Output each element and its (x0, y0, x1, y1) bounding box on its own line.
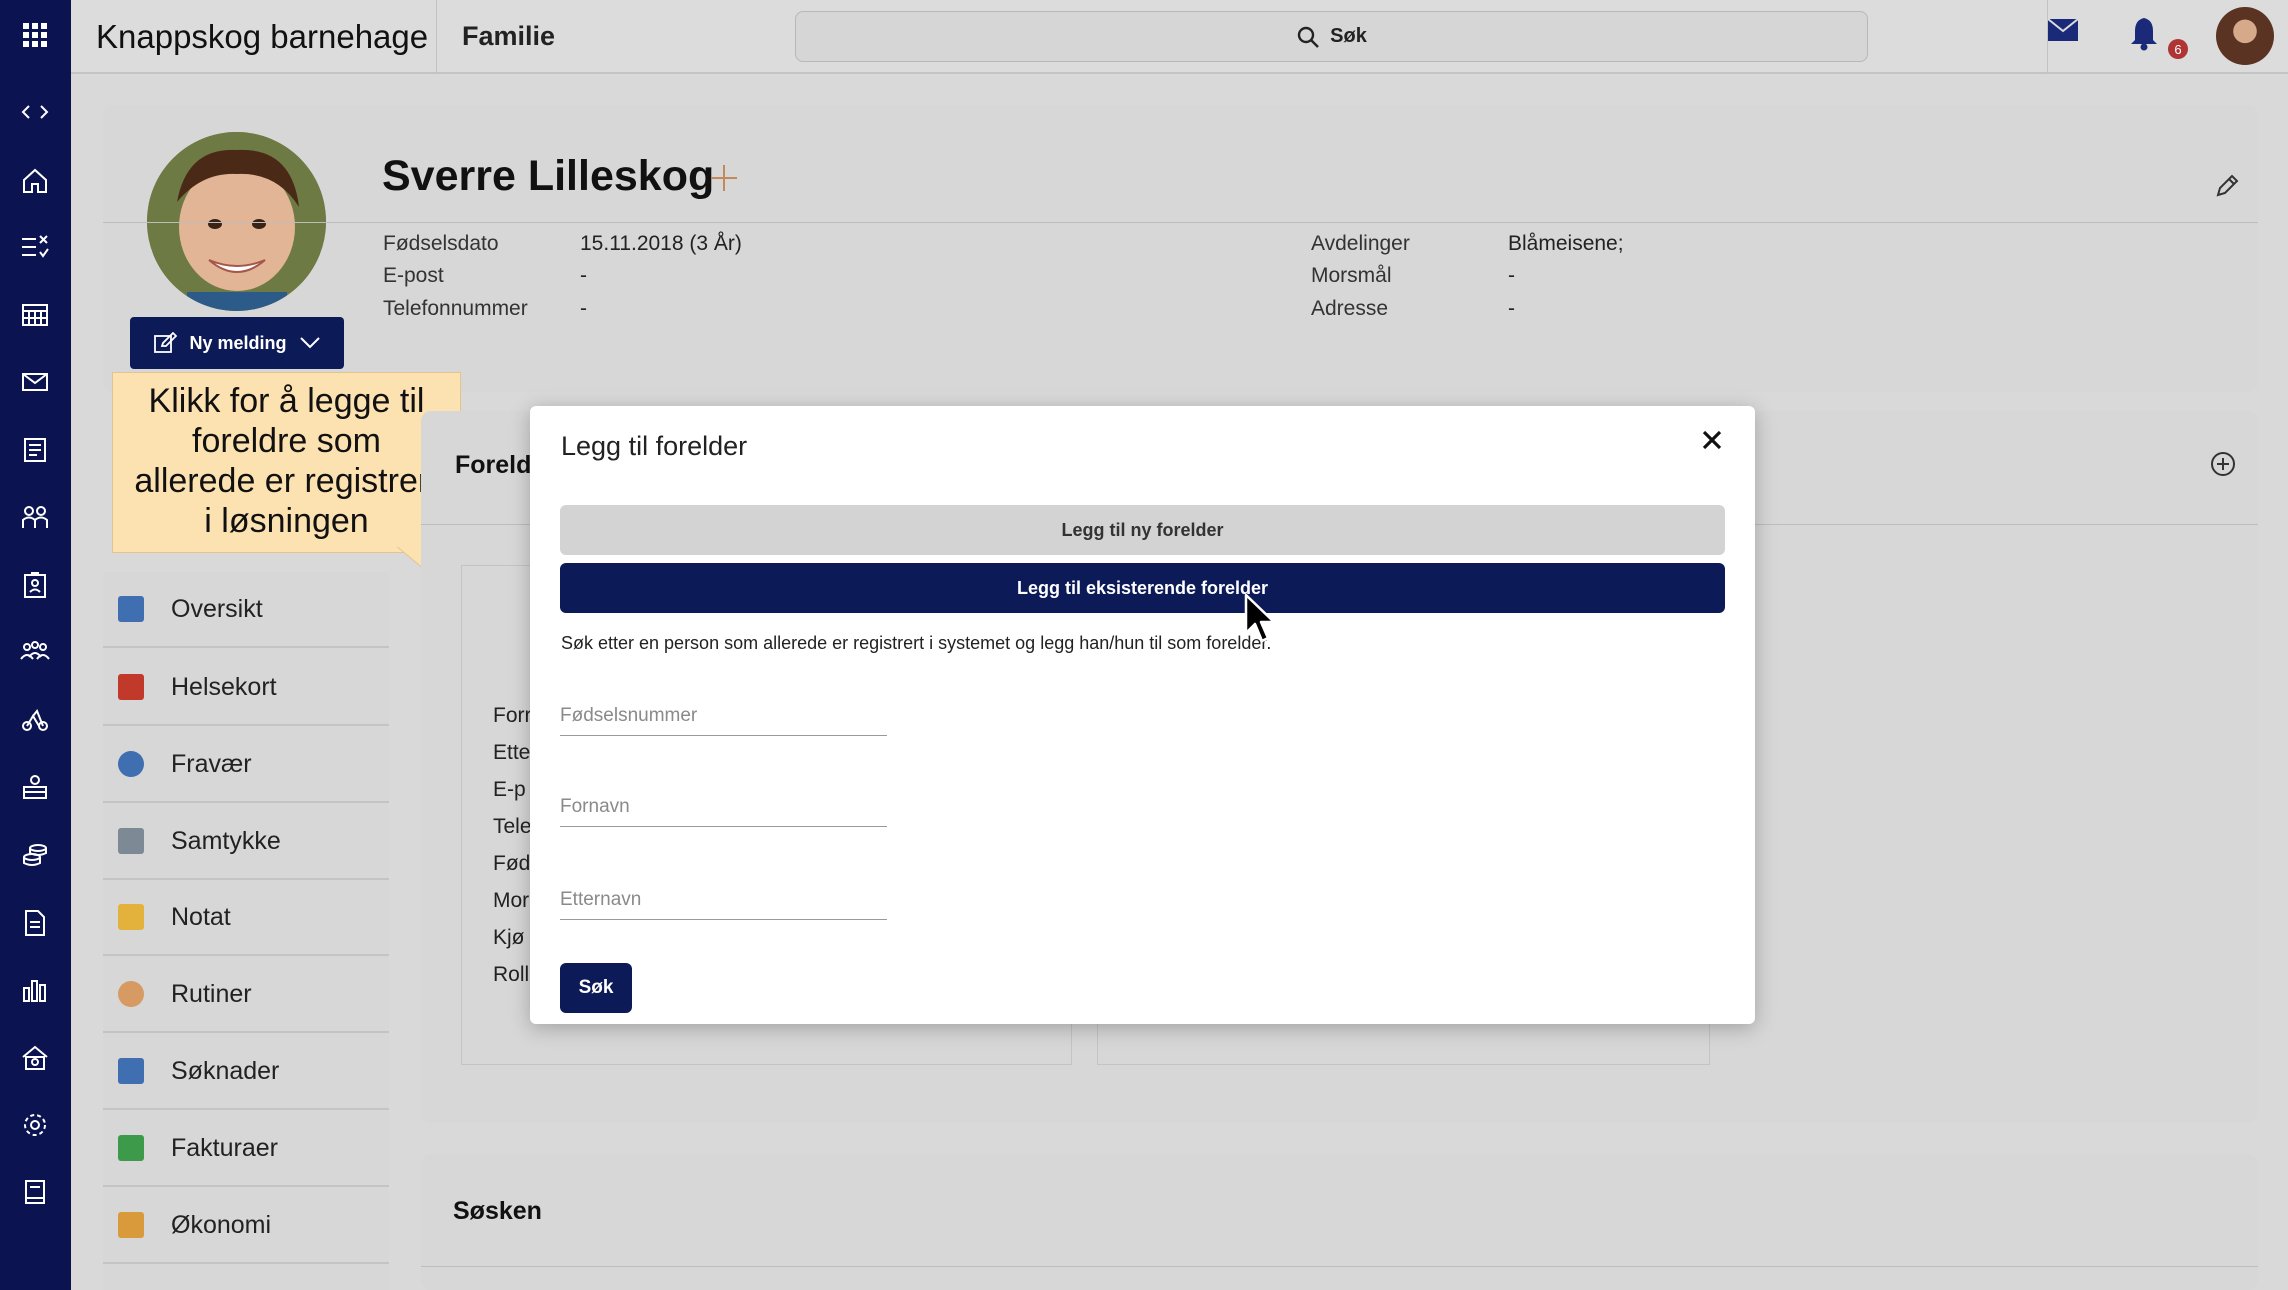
new-message-label: Ny melding (189, 332, 287, 353)
address-value: - (1508, 297, 1515, 320)
compose-icon (153, 332, 178, 354)
top-bar: Knappskog barnehage Familie Søk (71, 0, 2288, 74)
edit-pencil-icon[interactable] (2214, 173, 2240, 199)
modal-description: Søk etter en person som allerede er regi… (561, 633, 1272, 653)
birthdate-value: 15.11.2018 (3 År) (580, 232, 742, 255)
children-icon[interactable] (17, 500, 53, 536)
settings-icon[interactable] (17, 1107, 53, 1143)
notifications-button[interactable] (2129, 16, 2159, 52)
phone-label: Telefonnummer (383, 297, 528, 320)
siblings-section (421, 1154, 2258, 1290)
nav-item-notat[interactable]: Notat (103, 880, 389, 956)
envelope-icon (2047, 18, 2079, 42)
divider (436, 0, 437, 74)
health-card-icon (118, 674, 144, 700)
search-label: Søk (1330, 25, 1367, 47)
help-callout: Klikk for å legge til foreldre som aller… (112, 372, 461, 553)
last-name-input[interactable] (560, 880, 887, 920)
siblings-section-title: Søsken (453, 1197, 542, 1225)
news-icon[interactable] (17, 432, 53, 468)
nav-item-fakturaer[interactable]: Fakturaer (103, 1111, 389, 1187)
routines-icon (118, 981, 144, 1007)
absence-icon (118, 751, 144, 777)
nav-item-helsekort[interactable]: Helsekort (103, 650, 389, 726)
nav-item-samtykke[interactable]: Samtykke (103, 804, 389, 880)
parent-field-label: Kjø (493, 926, 525, 949)
parent-field-label: Mor (493, 889, 530, 912)
birthdate-label: Fødselsdato (383, 232, 499, 255)
bell-icon (2129, 16, 2159, 52)
left-rail (0, 0, 71, 1290)
divider (103, 222, 2258, 223)
email-value: - (580, 264, 587, 287)
organization-name: Knappskog barnehage (96, 18, 429, 55)
invoices-icon (118, 1135, 144, 1161)
email-label: E-post (383, 264, 444, 287)
search-icon (1296, 25, 1320, 49)
chevron-down-icon (299, 336, 321, 350)
user-avatar[interactable] (2216, 7, 2274, 65)
document-icon[interactable] (17, 905, 53, 941)
finance-icon[interactable] (17, 837, 53, 873)
parent-field-label: Roll (493, 963, 530, 986)
kindergarten-icon[interactable] (17, 1040, 53, 1076)
add-new-parent-button[interactable]: Legg til ny forelder (560, 505, 1725, 555)
first-name-input[interactable] (560, 787, 887, 827)
notification-count-badge: 6 (2168, 39, 2188, 59)
add-parent-modal: Legg til forelder Legg til ny forelder L… (530, 406, 1755, 1024)
modal-title: Legg til forelder (561, 431, 748, 461)
expand-collapse-icon[interactable] (17, 94, 53, 130)
add-parent-circle-icon[interactable] (2210, 451, 2236, 477)
mail-icon[interactable] (17, 364, 53, 400)
section-title: Familie (462, 21, 556, 51)
divider (421, 1266, 2258, 1267)
home-icon[interactable] (17, 163, 53, 199)
calendar-icon[interactable] (17, 296, 53, 332)
phone-value: - (580, 297, 587, 320)
overview-icon (118, 596, 144, 622)
new-message-button[interactable]: Ny melding (130, 317, 344, 369)
departments-label: Avdelinger (1311, 232, 1410, 255)
add-existing-parent-button[interactable]: Legg til eksisterende forelder (560, 563, 1725, 613)
economy-icon (118, 1212, 144, 1238)
global-search-bar[interactable]: Søk (795, 11, 1868, 62)
applications-icon (118, 1058, 144, 1084)
groups-icon[interactable] (17, 634, 53, 670)
apps-grid-icon[interactable] (17, 17, 53, 53)
parent-field-label: Fød (493, 852, 531, 875)
parent-field-label: Tele (493, 815, 532, 838)
close-icon[interactable] (1700, 428, 1724, 452)
parents-section-title: Foreldr (455, 451, 542, 479)
nav-item-rutiner[interactable]: Rutiner (103, 957, 389, 1033)
search-button[interactable]: Søk (560, 963, 632, 1013)
note-icon (118, 904, 144, 930)
nav-item-okonomi[interactable]: Økonomi (103, 1188, 389, 1264)
activities-icon[interactable] (17, 702, 53, 738)
mother-tongue-label: Morsmål (1311, 264, 1392, 287)
add-icon[interactable] (708, 162, 740, 194)
nav-item-soknader[interactable]: Søknader (103, 1034, 389, 1110)
room-icon[interactable] (17, 769, 53, 805)
checklist-icon[interactable] (17, 229, 53, 265)
child-name: Sverre Lilleskog (382, 152, 715, 200)
mouse-cursor-icon (1244, 593, 1278, 645)
parent-field-label: Forr (493, 704, 532, 727)
consent-clipboard-icon (118, 828, 144, 854)
departments-value: Blåmeisene; (1508, 232, 1624, 255)
national-id-input[interactable] (560, 696, 887, 736)
guide-icon[interactable] (17, 1174, 53, 1210)
child-side-nav: Oversikt Helsekort Fravær Samtykke Notat… (103, 572, 389, 1290)
messages-button[interactable] (2047, 18, 2079, 42)
address-label: Adresse (1311, 297, 1389, 320)
statistics-icon[interactable] (17, 972, 53, 1008)
nav-item-fravaer[interactable]: Fravær (103, 727, 389, 803)
parent-field-label: Ette (493, 741, 531, 764)
attendance-icon[interactable] (17, 567, 53, 603)
nav-item-oversikt[interactable]: Oversikt (103, 572, 389, 648)
parent-field-label: E-p (493, 778, 526, 801)
mother-tongue-value: - (1508, 264, 1515, 287)
